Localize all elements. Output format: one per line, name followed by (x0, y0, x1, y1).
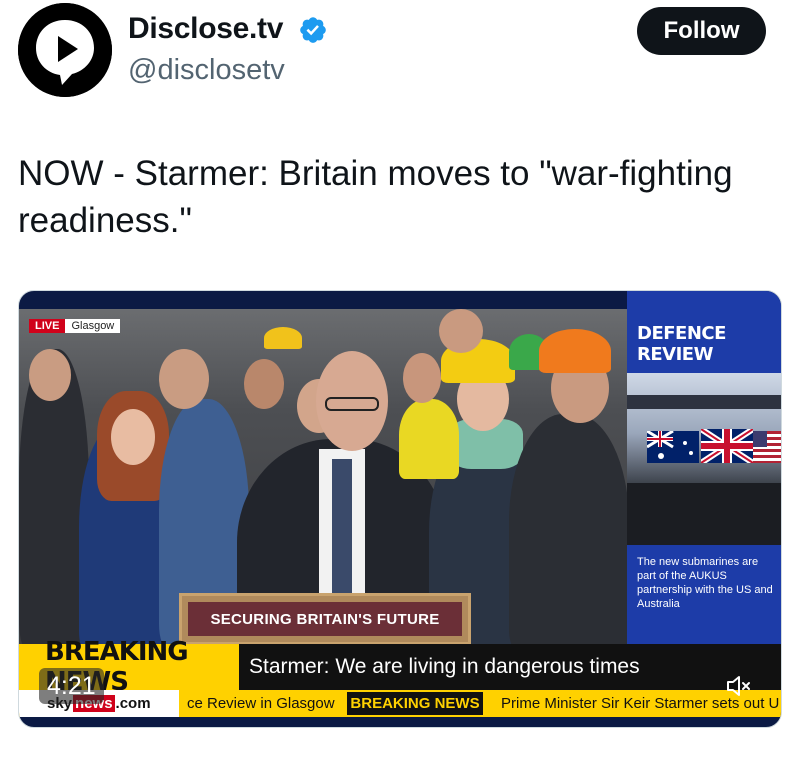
us-flag-icon (753, 431, 781, 463)
australian-flag-icon (647, 431, 699, 463)
side-panel-caption: The new submarines are part of the AUKUS… (637, 556, 773, 610)
headline-text: Starmer: We are living in dangerous time… (239, 644, 781, 690)
video-player[interactable]: LIVE Glasgow SECURING BRITAIN'S FUTURE D… (18, 290, 782, 728)
side-panel-title: DEFENCE REVIEW (637, 323, 726, 365)
verified-badge-icon (300, 17, 326, 43)
crowd-head (403, 353, 441, 403)
video-frame: LIVE Glasgow SECURING BRITAIN'S FUTURE (19, 309, 627, 644)
glasses (325, 397, 379, 411)
location-label: Glasgow (65, 319, 121, 333)
logo-com: .com (115, 695, 151, 712)
lower-third: BREAKING NEWS Starmer: We are living in … (19, 637, 781, 697)
follow-button[interactable]: Follow (637, 7, 766, 55)
mute-button[interactable] (719, 668, 759, 704)
user-handle[interactable]: @disclosetv (128, 54, 285, 87)
video-duration: 4:21 (39, 668, 104, 704)
side-panel: DEFENCE REVIEW The new submarines are pa… (627, 291, 781, 644)
crowd-row (627, 395, 781, 409)
lectern-sign: SECURING BRITAIN'S FUTURE (188, 602, 462, 636)
hi-vis-vest (399, 399, 459, 479)
display-name[interactable]: Disclose.tv (128, 12, 283, 46)
news-ticker: sky news .com ce Review in Glasgow BREAK… (19, 690, 781, 717)
ticker-breaking-label: BREAKING NEWS (347, 692, 483, 715)
speaker-tie (332, 459, 352, 599)
audience (627, 483, 781, 545)
ticker-text: ce Review in Glasgow (187, 695, 335, 712)
crowd-head (244, 359, 284, 409)
tweet-text: NOW - Starmer: Britain moves to "war-fig… (18, 154, 733, 240)
live-label: LIVE (29, 319, 66, 333)
side-panel-image (627, 373, 781, 545)
avatar[interactable] (18, 3, 112, 97)
live-badge: LIVE Glasgow (29, 319, 121, 333)
crowd-head (439, 309, 483, 353)
crowd-person (509, 414, 627, 644)
crowd-head (29, 349, 71, 401)
speaker-muted-icon (727, 676, 750, 696)
crowd-head (159, 349, 209, 409)
union-jack-icon (701, 429, 753, 463)
crowd-head (111, 409, 155, 465)
play-chat-bubble-icon (18, 3, 112, 97)
hard-hat (264, 327, 302, 349)
hard-hat (539, 329, 611, 373)
